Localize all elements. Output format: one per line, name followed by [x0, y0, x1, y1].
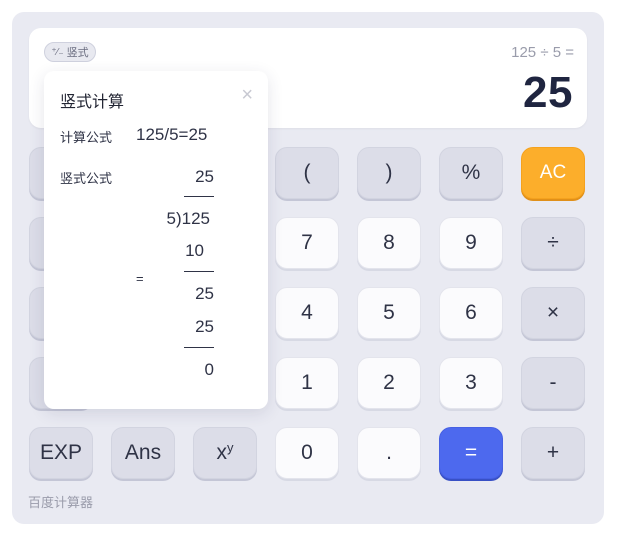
- long-division-remainder-1: 25: [195, 284, 214, 303]
- digit-6-button[interactable]: 6: [439, 287, 503, 339]
- minus-button[interactable]: -: [521, 357, 585, 409]
- long-division-quotient: 25: [195, 167, 214, 186]
- plus-minus-icon: ⁺⁄₋: [51, 46, 64, 58]
- power-exp-label: y: [227, 439, 234, 455]
- vertical-label: 竖式公式: [60, 171, 113, 186]
- mode-tag-label: 竖式: [66, 47, 89, 59]
- close-icon[interactable]: ×: [241, 84, 253, 107]
- power-base-label: x: [216, 441, 228, 464]
- ans-button[interactable]: Ans: [111, 427, 175, 479]
- digit-5-button[interactable]: 5: [357, 287, 421, 339]
- power-button[interactable]: xy: [193, 427, 257, 479]
- exp-button[interactable]: EXP: [29, 427, 93, 479]
- footer-brand: 百度计算器: [28, 495, 94, 510]
- digit-8-button[interactable]: 8: [357, 217, 421, 269]
- digit-9-button[interactable]: 9: [439, 217, 503, 269]
- popup-title: 竖式计算: [60, 94, 125, 111]
- vertical-mode-toggle[interactable]: ⁺⁄₋ 竖式: [44, 42, 96, 62]
- long-division-subtract-1: 10: [185, 241, 204, 260]
- formula-label: 计算公式: [60, 130, 113, 145]
- decimal-point-button[interactable]: .: [357, 427, 421, 479]
- digit-4-button[interactable]: 4: [275, 287, 339, 339]
- formula-value: 125/5=25: [136, 125, 208, 144]
- result-text: 25: [523, 68, 573, 117]
- plus-button[interactable]: +: [521, 427, 585, 479]
- long-division-dividend: 5)125: [166, 209, 210, 228]
- digit-1-button[interactable]: 1: [275, 357, 339, 409]
- long-division-line: [184, 347, 214, 348]
- long-division-remainder: 0: [204, 360, 214, 379]
- all-clear-button[interactable]: AC: [521, 147, 585, 199]
- digit-0-button[interactable]: 0: [275, 427, 339, 479]
- expression-text: 125 ÷ 5 =: [511, 44, 574, 61]
- long-division-subtract-2: 25: [195, 317, 214, 336]
- digit-3-button[interactable]: 3: [439, 357, 503, 409]
- vertical-calc-popup: 竖式计算 × 计算公式 125/5=25 竖式公式 25 5)125 10 = …: [44, 71, 268, 409]
- long-division-line: [184, 271, 214, 272]
- multiply-button[interactable]: ×: [521, 287, 585, 339]
- equals-button[interactable]: =: [439, 427, 503, 479]
- digit-2-button[interactable]: 2: [357, 357, 421, 409]
- divide-button[interactable]: ÷: [521, 217, 585, 269]
- percent-button[interactable]: %: [439, 147, 503, 199]
- long-division-line: [184, 196, 214, 197]
- equals-sign: =: [136, 271, 144, 286]
- left-paren-button[interactable]: (: [275, 147, 339, 199]
- right-paren-button[interactable]: ): [357, 147, 421, 199]
- digit-7-button[interactable]: 7: [275, 217, 339, 269]
